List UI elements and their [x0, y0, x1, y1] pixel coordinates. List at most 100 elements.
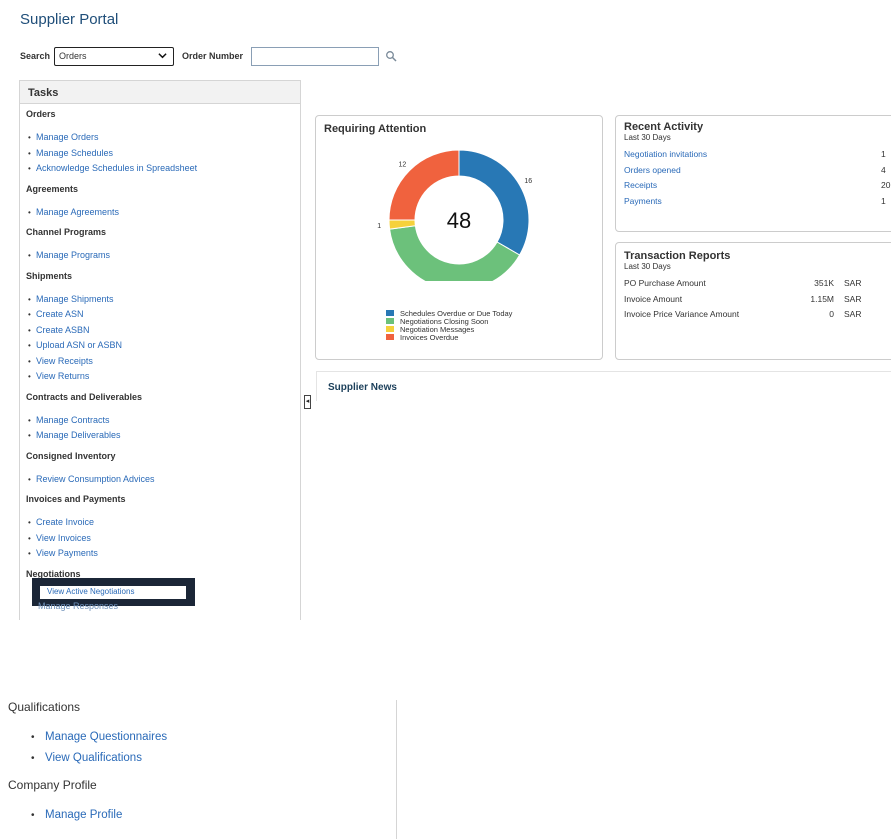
task-link-create-asn[interactable]: Create ASN — [26, 307, 294, 323]
task-link-manage-schedules[interactable]: Manage Schedules — [26, 146, 294, 162]
chevron-down-icon — [158, 52, 167, 58]
task-link-manage-agreements[interactable]: Manage Agreements — [26, 205, 294, 221]
donut-total: 48 — [447, 208, 471, 233]
task-category-channel-programs: Channel Programs — [26, 227, 107, 237]
legend-swatch — [386, 334, 394, 340]
task-category-agreements: Agreements — [26, 183, 79, 194]
task-link-manage-deliverables[interactable]: Manage Deliverables — [26, 428, 294, 444]
task-link-manage-responses[interactable]: Manage Responses — [38, 601, 118, 611]
task-category-consigned-inventory: Consigned Inventory — [26, 450, 116, 461]
donut-data-label: 16 — [524, 178, 532, 185]
report-currency: SAR — [844, 309, 862, 319]
donut-data-label: 1 — [377, 223, 381, 230]
order-number-input[interactable] — [251, 46, 380, 66]
activity-row-payments: Payments 1 — [616, 196, 891, 212]
activity-link[interactable]: Payments — [624, 196, 662, 206]
activity-count: 20 — [881, 180, 891, 190]
recent-activity-card: Recent Activity Last 30 Days Negotiation… — [615, 115, 891, 232]
activity-link[interactable]: Orders opened — [624, 165, 681, 175]
collapse-panel-handle[interactable]: ◂ — [304, 395, 311, 409]
task-link-manage-programs[interactable]: Manage Programs — [26, 248, 294, 264]
task-category-company-profile: Company Profile — [8, 778, 97, 792]
legend-swatch — [386, 310, 394, 316]
report-label: Invoice Amount — [624, 293, 683, 304]
report-row-invoice-price-variance-amount: Invoice Price Variance Amount 0 SAR — [616, 309, 891, 325]
donut-slice-negotiations-closing-soon[interactable] — [389, 225, 521, 281]
task-link-create-invoice[interactable]: Create Invoice — [26, 515, 294, 531]
activity-count: 4 — [881, 164, 886, 175]
task-links-qualifications: Manage QuestionnairesView Qualifications — [0, 727, 396, 769]
task-link-view-invoices[interactable]: View Invoices — [26, 531, 294, 547]
report-amount: 0 — [829, 309, 834, 319]
task-links-contracts-and-deliverables: Manage ContractsManage Deliverables — [26, 413, 294, 444]
task-category-shipments: Shipments — [26, 270, 73, 281]
task-link-manage-shipments[interactable]: Manage Shipments — [26, 292, 294, 308]
task-link-upload-asn-or-asbn[interactable]: Upload ASN or ASBN — [26, 338, 294, 354]
recent-activity-subtitle: Last 30 Days — [624, 133, 671, 142]
task-link-view-returns[interactable]: View Returns — [26, 369, 294, 385]
search-select-value: Orders — [59, 50, 87, 61]
task-link-create-asbn[interactable]: Create ASBN — [26, 323, 294, 339]
transaction-reports-list: PO Purchase Amount 351K SAR Invoice Amount 1… — [616, 278, 891, 325]
task-links-invoices-and-payments: Create InvoiceView InvoicesView Payments — [26, 515, 294, 562]
task-links-channel-programs: Manage Programs — [26, 248, 294, 264]
task-link-view-qualifications[interactable]: View Qualifications — [0, 748, 396, 769]
task-link-acknowledge-schedules-in-spreadsheet[interactable]: Acknowledge Schedules in Spreadsheet — [26, 161, 294, 177]
legend-swatch — [386, 318, 394, 324]
report-currency: SAR — [844, 278, 862, 288]
report-label: PO Purchase Amount — [624, 278, 706, 288]
task-links-shipments: Manage ShipmentsCreate ASNCreate ASBNUpl… — [26, 292, 294, 385]
chevron-left-icon: ◂ — [305, 398, 310, 405]
task-link-manage-contracts[interactable]: Manage Contracts — [26, 413, 294, 429]
task-link-view-payments[interactable]: View Payments — [26, 546, 294, 562]
donut-chart: 161911248 — [377, 149, 532, 281]
task-link-manage-orders[interactable]: Manage Orders — [26, 130, 294, 146]
donut-slice-schedules-overdue-or-due-today[interactable] — [458, 149, 530, 256]
task-link-view-active-negotiations[interactable]: View Active Negotiations — [40, 586, 186, 599]
task-category-orders: Orders — [26, 109, 56, 119]
activity-row-receipts: Receipts 20 — [616, 180, 891, 196]
search-icon[interactable] — [385, 50, 397, 62]
task-category-contracts-and-deliverables: Contracts and Deliverables — [26, 391, 143, 402]
report-label: Invoice Price Variance Amount — [624, 309, 740, 319]
search-category-select[interactable]: Orders — [54, 46, 175, 66]
task-links-orders: Manage OrdersManage SchedulesAcknowledge… — [26, 130, 294, 177]
transaction-reports-title: Transaction Reports — [624, 250, 731, 262]
task-links-agreements: Manage Agreements — [26, 205, 294, 221]
page-title: Supplier Portal — [20, 11, 119, 28]
report-amount: 351K — [814, 278, 834, 288]
legend-item-invoices-overdue: Invoices Overdue — [386, 332, 512, 342]
legend-swatch — [386, 326, 394, 332]
task-link-manage-profile[interactable]: Manage Profile — [0, 805, 396, 826]
supplier-news-section: Supplier News — [316, 371, 891, 401]
activity-link[interactable]: Negotiation invitations — [624, 149, 707, 159]
transaction-reports-subtitle: Last 30 Days — [624, 262, 671, 271]
legend-label: Invoices Overdue — [400, 332, 459, 342]
task-link-manage-questionnaires[interactable]: Manage Questionnaires — [0, 727, 396, 748]
task-links-consigned-inventory: Review Consumption Advices — [26, 472, 294, 488]
task-category-qualifications: Qualifications — [8, 700, 81, 714]
order-number-label: Order Number — [182, 51, 244, 61]
report-row-invoice-amount: Invoice Amount 1.15M SAR — [616, 294, 891, 310]
search-bar: Search Orders Order Number — [20, 46, 397, 66]
activity-link[interactable]: Receipts — [624, 180, 657, 190]
activity-count: 1 — [881, 149, 886, 159]
supplier-news-title: Supplier News — [328, 382, 397, 393]
report-amount: 1.15M — [810, 293, 834, 304]
activity-row-negotiation-invitations: Negotiation invitations 1 — [616, 149, 891, 165]
report-currency: SAR — [844, 293, 862, 304]
search-label: Search — [20, 51, 51, 61]
recent-activity-title: Recent Activity — [624, 121, 704, 133]
requiring-attention-title: Requiring Attention — [324, 123, 427, 135]
activity-count: 1 — [881, 195, 886, 206]
activity-row-orders-opened: Orders opened 4 — [616, 165, 891, 181]
task-category-invoices-and-payments: Invoices and Payments — [26, 494, 126, 504]
task-link-view-receipts[interactable]: View Receipts — [26, 354, 294, 370]
requiring-attention-card: Requiring Attention 161911248 Schedules … — [315, 115, 603, 360]
tasks-panel: Tasks Orders Manage OrdersManage Schedule… — [19, 80, 301, 620]
tasks-list: Orders Manage OrdersManage SchedulesAckno… — [20, 109, 300, 581]
task-link-review-consumption-advices[interactable]: Review Consumption Advices — [26, 472, 294, 488]
transaction-reports-card: Transaction Reports Last 30 Days PO Purc… — [615, 242, 891, 360]
task-links-company-profile: Manage Profile — [0, 805, 396, 826]
chart-legend: Schedules Overdue or Due Today Negotiatio… — [386, 309, 512, 342]
